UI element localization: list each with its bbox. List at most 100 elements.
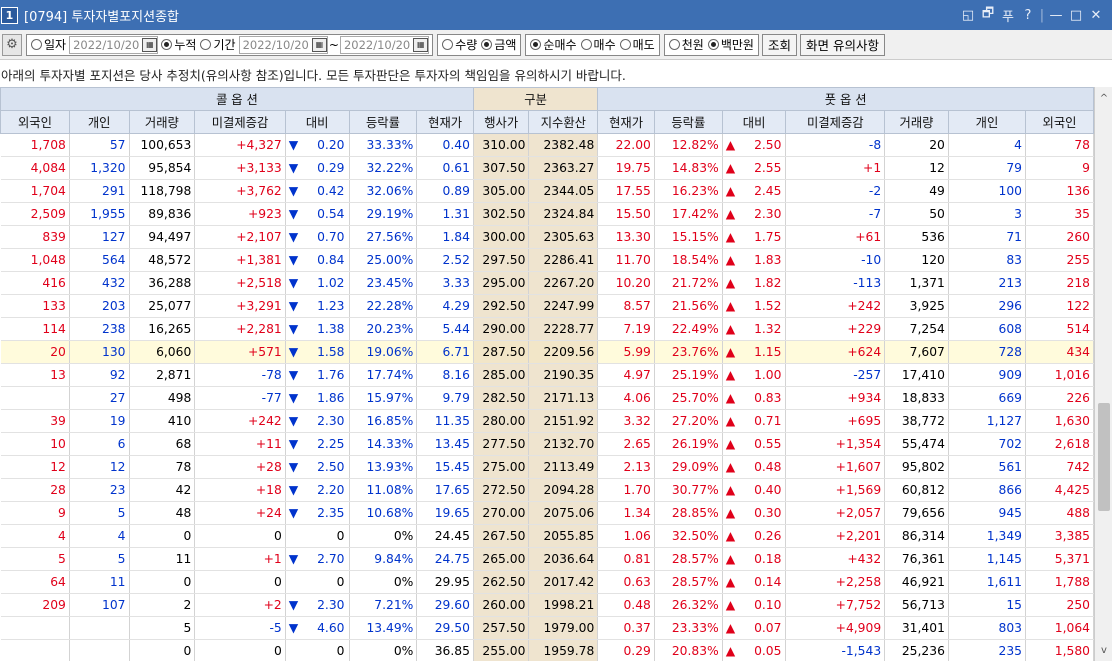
- col-header-call-4[interactable]: 대비: [284, 110, 350, 134]
- col-header-put-3[interactable]: 미결제증감: [785, 110, 886, 134]
- call-volume: 16,265: [129, 317, 196, 341]
- table-row[interactable]: 1,708 57 100,653 +4,327 ▼ 0.20 33.33% 0.40 310.0…: [0, 133, 1094, 157]
- date-input-to[interactable]: 2022/10/20 ▦: [339, 35, 430, 54]
- table-row[interactable]: 64 11 0 0 0 0% 29.95 262.50 2017.42 0.63 28.57% ▲ 0.…: [0, 570, 1094, 594]
- call-price: 0.40: [416, 133, 474, 157]
- scroll-down-icon[interactable]: v: [1095, 641, 1112, 659]
- put-individual: 909: [948, 363, 1027, 387]
- radio-amount[interactable]: 금액: [481, 36, 516, 53]
- radio-buy[interactable]: 매수: [580, 36, 616, 53]
- minimize-icon[interactable]: —: [1046, 8, 1066, 23]
- help-icon[interactable]: ?: [1018, 8, 1038, 23]
- col-header-call-3[interactable]: 미결제증감: [194, 110, 286, 134]
- up-arrow-icon: ▲: [725, 391, 736, 405]
- col-header-mid-1[interactable]: 지수환산: [528, 110, 599, 134]
- call-change-value: 0: [336, 529, 345, 543]
- table-row[interactable]: 416 432 36,288 +2,518 ▼ 1.02 23.45% 3.33 295.00 2…: [0, 271, 1094, 295]
- put-oi-change: +2,057: [785, 501, 886, 525]
- radio-sell[interactable]: 매도: [619, 36, 655, 53]
- col-header-put-0[interactable]: 현재가: [597, 110, 655, 134]
- put-change: ▲ 0.83: [722, 386, 787, 410]
- table-row[interactable]: 209 107 2 +2 ▼ 2.30 7.21% 29.60 260.00 1998.21 0.4…: [0, 593, 1094, 617]
- link-window-icon[interactable]: ◱: [958, 8, 978, 23]
- table-row[interactable]: 39 19 410 +242 ▼ 2.30 16.85% 11.35 280.00 2151.92…: [0, 409, 1094, 433]
- table-row[interactable]: 12 12 78 +28 ▼ 2.50 13.93% 15.45 275.00 2113.49 2.…: [0, 455, 1094, 479]
- radio-million-won[interactable]: 백만원: [707, 36, 754, 53]
- col-header-put-1[interactable]: 등락률: [653, 110, 723, 134]
- col-header-call-0[interactable]: 외국인: [0, 110, 70, 134]
- put-foreign: 434: [1025, 340, 1094, 364]
- gear-icon[interactable]: ⚙: [2, 33, 22, 56]
- radio-thousand-won[interactable]: 천원: [668, 36, 704, 53]
- col-header-put-5[interactable]: 개인: [947, 110, 1027, 134]
- call-individual: 57: [69, 133, 130, 157]
- strike-price: 302.50: [473, 202, 530, 226]
- put-volume: 38,772: [884, 409, 949, 433]
- scrollbar-thumb[interactable]: [1098, 403, 1110, 511]
- put-volume: 49: [884, 179, 949, 203]
- table-row[interactable]: 1,048 564 48,572 +1,381 ▼ 0.84 25.00% 2.52 297.5…: [0, 248, 1094, 272]
- table-row[interactable]: 0 0 0 0% 36.85 255.00 1959.78 0.29 20.83% ▲ 0.05 -1…: [0, 639, 1094, 661]
- table-row[interactable]: 4,084 1,320 95,854 +3,133 ▼ 0.29 32.22% 0.61 307…: [0, 156, 1094, 180]
- call-oi-change: +242: [194, 409, 286, 433]
- table-row[interactable]: 13 92 2,871 -78 ▼ 1.76 17.74% 8.16 285.00 2190.35…: [0, 363, 1094, 387]
- calendar-icon[interactable]: ▦: [311, 37, 327, 52]
- date-range-tilde: ~: [328, 37, 339, 52]
- radio-period[interactable]: 기간: [200, 36, 236, 53]
- put-foreign: 1,630: [1025, 409, 1094, 433]
- table-row[interactable]: 5 -5 ▼ 4.60 13.49% 29.50 257.50 1979.00 0.37 23.3…: [0, 616, 1094, 640]
- radio-cumulative[interactable]: 누적: [161, 36, 196, 53]
- put-volume: 46,921: [884, 570, 949, 594]
- date-input-from[interactable]: 2022/10/20 ▦: [238, 35, 328, 54]
- col-header-put-6[interactable]: 외국인: [1025, 110, 1094, 134]
- col-header-call-5[interactable]: 등락률: [348, 110, 418, 134]
- put-change: ▲ 0.55: [722, 432, 787, 456]
- table-row[interactable]: 4 4 0 0 0 0% 24.45 267.50 2055.85 1.06 32.50% ▲ 0.26…: [0, 524, 1094, 548]
- table-row[interactable]: 114 238 16,265 +2,281 ▼ 1.38 20.23% 5.44 290.00 2…: [0, 317, 1094, 341]
- table-row[interactable]: 9 5 48 +24 ▼ 2.35 10.68% 19.65 270.00 2075.06 1.34…: [0, 501, 1094, 525]
- call-foreign: 4,084: [0, 156, 70, 180]
- strike-price: 270.00: [473, 501, 530, 525]
- col-header-put-4[interactable]: 거래량: [884, 110, 949, 134]
- table-row[interactable]: 10 6 68 +11 ▼ 2.25 14.33% 13.45 277.50 2132.70 2.6…: [0, 432, 1094, 456]
- call-price: 29.50: [416, 616, 474, 640]
- table-row[interactable]: 27 498 -77 ▼ 1.86 15.97% 9.79 282.50 2171.13 4.06…: [0, 386, 1094, 410]
- col-header-put-2[interactable]: 대비: [721, 110, 787, 134]
- table-row[interactable]: 839 127 94,497 +2,107 ▼ 0.70 27.56% 1.84 300.00 2…: [0, 225, 1094, 249]
- radio-day[interactable]: 일자: [31, 36, 66, 53]
- table-row[interactable]: 5 5 11 +1 ▼ 2.70 9.84% 24.75 265.00 2036.64 0.81 28…: [0, 547, 1094, 571]
- call-oi-change: +24: [194, 501, 286, 525]
- vertical-scrollbar[interactable]: ^ v: [1094, 87, 1112, 661]
- radio-net-buy[interactable]: 순매수: [530, 36, 577, 53]
- scroll-up-icon[interactable]: ^: [1095, 89, 1112, 107]
- restore-window-icon[interactable]: 🗗: [978, 4, 998, 26]
- table-row[interactable]: 28 23 42 +18 ▼ 2.20 11.08% 17.65 272.50 2094.28 1.…: [0, 478, 1094, 502]
- calendar-icon[interactable]: ▦: [413, 37, 429, 52]
- col-header-mid-0[interactable]: 행사가: [472, 110, 530, 134]
- col-header-call-2[interactable]: 거래량: [128, 110, 196, 134]
- close-icon[interactable]: ✕: [1086, 8, 1106, 23]
- call-change-value: 1.02: [317, 276, 345, 290]
- query-button[interactable]: 조회: [761, 33, 797, 56]
- call-oi-change: +28: [194, 455, 286, 479]
- put-oi-change: +624: [785, 340, 886, 364]
- radio-quantity[interactable]: 수량: [442, 36, 477, 53]
- put-price: 11.70: [597, 248, 655, 272]
- call-foreign: 28: [0, 478, 70, 502]
- calendar-icon[interactable]: ▦: [142, 37, 158, 52]
- table-row[interactable]: 2,509 1,955 89,836 +923 ▼ 0.54 29.19% 1.31 302.5…: [0, 202, 1094, 226]
- pin-icon[interactable]: 푸: [998, 6, 1018, 25]
- put-individual: 235: [948, 639, 1027, 661]
- table-row[interactable]: 1,704 291 118,798 +3,762 ▼ 0.42 32.06% 0.89 305.…: [0, 179, 1094, 203]
- put-change-rate: 14.83%: [654, 156, 723, 180]
- put-price: 10.20: [597, 271, 655, 295]
- col-header-call-1[interactable]: 개인: [68, 110, 130, 134]
- maximize-icon[interactable]: □: [1066, 8, 1086, 23]
- put-change-value: 0.40: [754, 483, 782, 497]
- col-header-call-6[interactable]: 현재가: [416, 110, 474, 134]
- screen-notice-button[interactable]: 화면 유의사항: [799, 33, 885, 56]
- index-equivalent: 2036.64: [528, 547, 599, 571]
- table-row[interactable]: 133 203 25,077 +3,291 ▼ 1.23 22.28% 4.29 292.50 2…: [0, 294, 1094, 318]
- table-row[interactable]: 20 130 6,060 +571 ▼ 1.58 19.06% 6.71 287.50 2209.…: [0, 340, 1094, 364]
- date-input-day[interactable]: 2022/10/20 ▦: [69, 35, 159, 54]
